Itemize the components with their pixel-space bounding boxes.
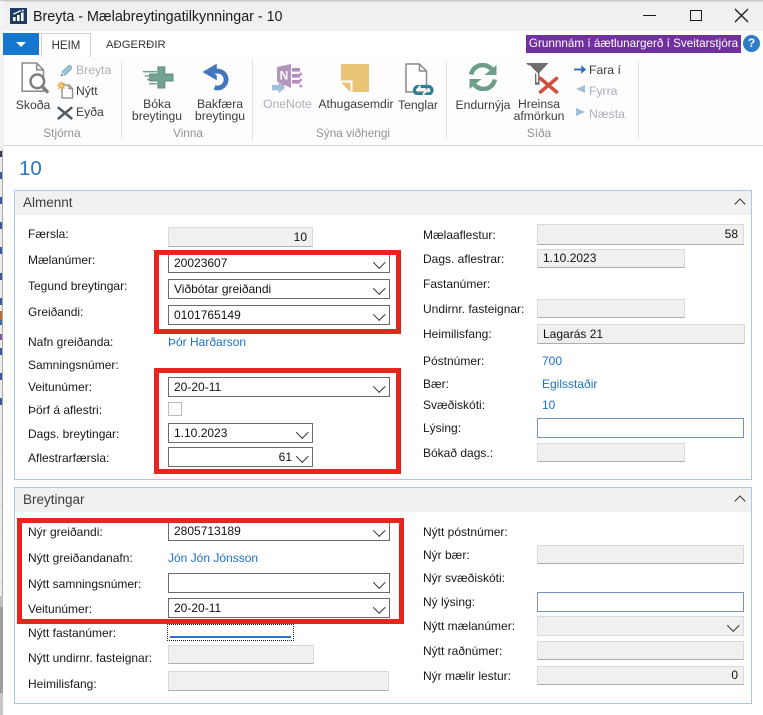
svg-text:N: N: [280, 69, 289, 83]
